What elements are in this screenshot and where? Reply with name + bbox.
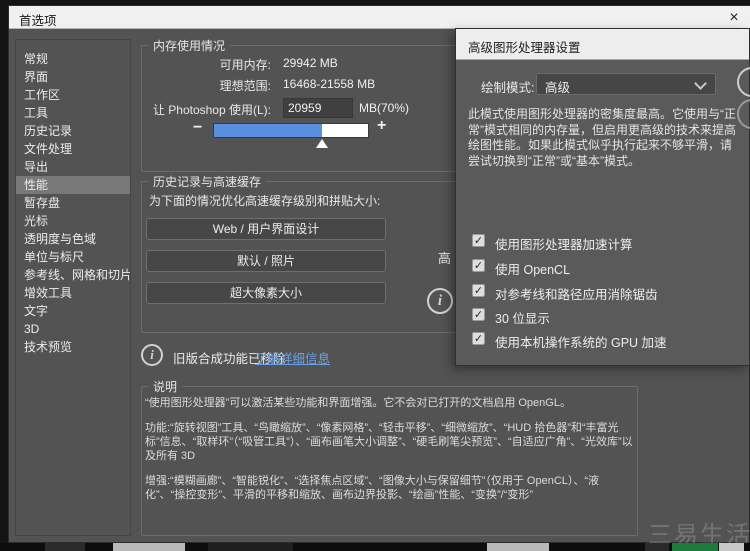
- cache-preset-default-button[interactable]: 默认 / 照片: [146, 250, 386, 272]
- close-icon[interactable]: ×: [721, 7, 747, 28]
- sidebar-item-scratch-disks[interactable]: 暂存盘: [16, 194, 130, 212]
- taskbar-item[interactable]: [208, 543, 293, 551]
- advanced-settings-button-partial[interactable]: 高: [438, 248, 451, 267]
- cache-preset-web-button[interactable]: Web / 用户界面设计: [146, 218, 386, 240]
- taskbar-item[interactable]: [45, 543, 85, 551]
- preferences-sidebar: 常规 界面 工作区 工具 历史记录 文件处理 导出 性能 暂存盘 光标 透明度与…: [15, 39, 131, 536]
- description-title: 说明: [148, 378, 182, 395]
- slider-minus-icon[interactable]: −: [193, 119, 202, 137]
- ideal-range-label: 理想范围:: [149, 77, 271, 94]
- cache-hint-text: 为下面的情况优化高速缓存级别和拼贴大小:: [149, 192, 380, 209]
- description-paragraph-gpu: “使用图形处理器”可以激活某些功能和界面增强。它不会对已打开的文档启用 Open…: [145, 396, 637, 410]
- checkbox-checked-icon[interactable]: ✓: [472, 332, 485, 345]
- taskbar-clock[interactable]: [719, 543, 744, 551]
- sidebar-list: 常规 界面 工作区 工具 历史记录 文件处理 导出 性能 暂存盘 光标 透明度与…: [16, 50, 130, 356]
- taskbar-item[interactable]: [487, 543, 549, 551]
- advanced-dialog-title: 高级图形处理器设置: [468, 37, 581, 56]
- taskbar-tray[interactable]: [645, 543, 669, 551]
- checkbox-label: 使用图形处理器加速计算: [495, 234, 633, 253]
- sidebar-item-interface[interactable]: 界面: [16, 68, 130, 86]
- legacy-info-icon: i: [141, 344, 163, 366]
- ram-usage-suffix: MB(70%): [359, 101, 409, 115]
- taskbar-item[interactable]: [113, 543, 185, 551]
- available-ram-value: 29942 MB: [283, 56, 338, 70]
- checkbox-label: 使用 OpenCL: [495, 259, 570, 278]
- taskbar-tray-badge[interactable]: [672, 543, 718, 551]
- history-cache-title: 历史记录与高速缓存: [148, 173, 266, 190]
- description-paragraph-features: 功能:“旋转视图”工具、“鸟瞰缩放”、“像素网格”、“轻击平移”、“细微缩放”、…: [145, 421, 637, 463]
- checkbox-checked-icon[interactable]: ✓: [472, 308, 485, 321]
- available-ram-label: 可用内存:: [149, 56, 271, 73]
- checkbox-checked-icon[interactable]: ✓: [472, 234, 485, 247]
- sidebar-item-guides-grid[interactable]: 参考线、网格和切片: [16, 266, 130, 284]
- learn-more-link[interactable]: 了解详细信息: [255, 348, 330, 367]
- ideal-range-value: 16468-21558 MB: [283, 77, 375, 91]
- draw-mode-select[interactable]: 高级: [536, 73, 716, 95]
- checkbox-checked-icon[interactable]: ✓: [472, 284, 485, 297]
- cache-preset-huge-button[interactable]: 超大像素大小: [146, 282, 386, 304]
- checkbox-checked-icon[interactable]: ✓: [472, 259, 485, 272]
- sidebar-item-3d[interactable]: 3D: [16, 320, 130, 338]
- draw-mode-label: 绘制模式:: [481, 77, 534, 96]
- sidebar-item-export[interactable]: 导出: [16, 158, 130, 176]
- taskbar: [0, 543, 750, 551]
- screenshot-root: 首选项 × 常规 界面 工作区 工具 历史记录 文件处理 导出 性能 暂存盘 光…: [0, 0, 750, 551]
- gpu-info-icon: i: [427, 288, 453, 314]
- advanced-gpu-dialog: 高级图形处理器设置 绘制模式: 高级 此模式使用图形处理器的密集度最高。它使用与…: [455, 28, 750, 366]
- checkbox-label: 对参考线和路径应用消除锯齿: [495, 284, 658, 303]
- sidebar-item-general[interactable]: 常规: [16, 50, 130, 68]
- preferences-titlebar[interactable]: 首选项 ×: [9, 6, 750, 29]
- chevron-down-icon: [694, 77, 707, 90]
- sidebar-item-performance[interactable]: 性能: [16, 176, 130, 194]
- checkbox-label: 使用本机操作系统的 GPU 加速: [495, 332, 667, 351]
- description-body: “使用图形处理器”可以激活某些功能和界面增强。它不会对已打开的文档启用 Open…: [145, 396, 637, 513]
- draw-mode-value: 高级: [545, 77, 570, 96]
- ram-usage-input[interactable]: [283, 98, 353, 118]
- sidebar-item-tools[interactable]: 工具: [16, 104, 130, 122]
- sidebar-item-cursors[interactable]: 光标: [16, 212, 130, 230]
- sidebar-item-transparency[interactable]: 透明度与色域: [16, 230, 130, 248]
- sidebar-item-workspace[interactable]: 工作区: [16, 86, 130, 104]
- sidebar-item-type[interactable]: 文字: [16, 302, 130, 320]
- description-paragraph-enhance: 增强:“模糊画廊”、“智能锐化”、“选择焦点区域”、“图像大小与保留细节”（仅用…: [145, 474, 637, 502]
- draw-mode-description: 此模式使用图形处理器的密集度最高。它使用与“正常”模式相同的内存量，但启用更高级…: [468, 107, 740, 169]
- checkbox-label: 30 位显示: [495, 308, 550, 327]
- ram-slider-fill: [214, 124, 322, 137]
- memory-usage-title: 内存使用情况: [148, 37, 230, 54]
- window-title: 首选项: [19, 10, 57, 29]
- sidebar-item-plugins[interactable]: 增效工具: [16, 284, 130, 302]
- sidebar-item-tech-previews[interactable]: 技术预览: [16, 338, 130, 356]
- advanced-dialog-titlebar[interactable]: 高级图形处理器设置: [456, 29, 749, 60]
- ram-slider-track[interactable]: [213, 123, 369, 138]
- ram-slider-thumb[interactable]: [316, 139, 328, 148]
- sidebar-item-history-log[interactable]: 历史记录: [16, 122, 130, 140]
- ok-button-clipped[interactable]: [737, 67, 750, 97]
- sidebar-item-units-rulers[interactable]: 单位与标尺: [16, 248, 130, 266]
- ram-usage-label: 让 Photoshop 使用(L):: [121, 101, 271, 118]
- sidebar-item-file-handling[interactable]: 文件处理: [16, 140, 130, 158]
- slider-plus-icon[interactable]: +: [377, 117, 386, 135]
